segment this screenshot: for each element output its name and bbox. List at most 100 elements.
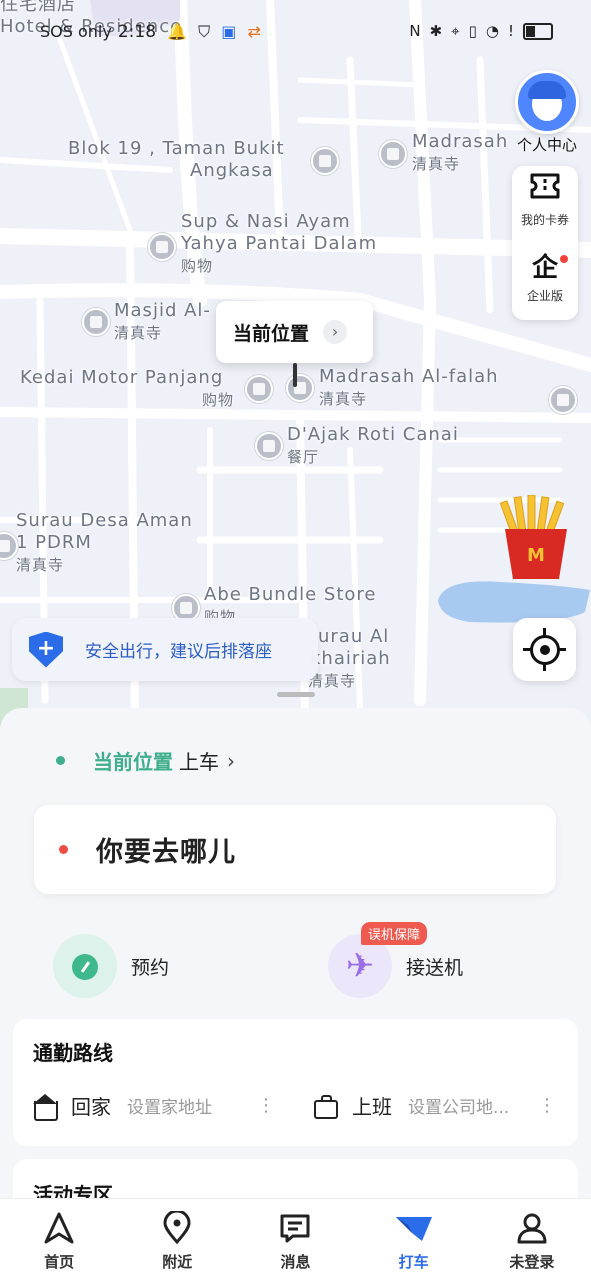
- fries-ad-icon[interactable]: M: [497, 495, 575, 581]
- enterprise-button[interactable]: 企 企业版: [512, 243, 578, 320]
- work-label: 上班: [352, 1095, 392, 1119]
- poi-name: Masjid Al-: [114, 300, 211, 321]
- work-hint: 设置公司地...: [408, 1098, 510, 1118]
- poi-name2: Angkasa: [190, 160, 274, 181]
- tab-profile[interactable]: 未登录: [473, 1199, 591, 1281]
- message-icon: [236, 1211, 354, 1245]
- vibrate-icon: ▯: [468, 22, 477, 40]
- safety-tip-text: 安全出行，建议后排落座: [85, 642, 272, 662]
- pickup-location: 当前位置: [93, 750, 173, 774]
- avatar[interactable]: [515, 70, 579, 134]
- taxi-icon: [355, 1211, 473, 1245]
- destination-dot: [59, 845, 68, 854]
- restaurant-pin-icon[interactable]: [255, 432, 283, 460]
- home-route[interactable]: 回家 设置家地址 ⋮: [33, 1091, 275, 1121]
- tab-label: 未登录: [509, 1253, 555, 1271]
- location-pin-stem: [293, 363, 297, 387]
- nfc-icon: N: [409, 22, 421, 40]
- current-location-label: 当前位置: [233, 322, 310, 345]
- poi-name2: khairiah: [310, 648, 391, 669]
- alert-icon: !: [507, 22, 514, 40]
- profile-center-label: 个人中心: [516, 136, 577, 154]
- battery-icon: [523, 22, 553, 40]
- destination-placeholder: 你要去哪儿: [96, 837, 236, 868]
- status-bar: SOS only 2:18 🔔 ⛉ ▣ ⇄ N ✱ ⌖ ▯ ◔ !: [0, 0, 591, 66]
- reservation-label: 预约: [131, 956, 170, 979]
- work-route[interactable]: 上班 设置公司地... ⋮: [314, 1091, 556, 1120]
- safety-tip-banner[interactable]: + 安全出行，建议后排落座: [12, 618, 318, 681]
- poi-name: urau Al: [318, 626, 390, 647]
- more-options-icon[interactable]: ⋮: [538, 1095, 556, 1116]
- sos-text: SOS only: [40, 22, 112, 41]
- poi-blok19[interactable]: Blok 19 , Taman Bukit Angkasa: [68, 138, 285, 182]
- poi-masjid[interactable]: Masjid Al- 清真寺: [114, 300, 211, 344]
- profile-center[interactable]: 个人中心: [512, 70, 582, 155]
- tab-nearby[interactable]: 附近: [118, 1199, 236, 1281]
- poi-sup-nasi[interactable]: Sup & Nasi Ayam Yahya Pantai Dalam 购物: [181, 211, 377, 277]
- poi-surau-desa[interactable]: Surau Desa Aman 1 PDRM 清真寺: [16, 510, 193, 576]
- poi-category: 购物: [181, 257, 214, 275]
- mosque-pin-icon[interactable]: [379, 140, 407, 168]
- coupon-icon: [512, 166, 578, 211]
- tab-home[interactable]: 首页: [0, 1199, 118, 1281]
- commute-card: 通勤路线 回家 设置家地址 ⋮ 上班 设置公司地... ⋮: [13, 1019, 578, 1146]
- app-status-icon: ▣: [221, 22, 237, 41]
- poi-category: 清真寺: [114, 324, 163, 342]
- pickup-suffix: 上车: [179, 750, 219, 774]
- locate-me-button[interactable]: [513, 618, 576, 681]
- tab-label: 消息: [280, 1253, 311, 1271]
- tab-taxi[interactable]: 打车: [355, 1199, 473, 1281]
- poi-dajak[interactable]: D'Ajak Roti Canai 餐厅: [287, 424, 459, 468]
- tab-messages[interactable]: 消息: [236, 1199, 354, 1281]
- crosshair-dot: [540, 645, 550, 655]
- briefcase-icon: [314, 1094, 338, 1119]
- clock-icon: [53, 934, 117, 998]
- poi-name: D'Ajak Roti Canai: [287, 424, 459, 445]
- poi-madrasah-alfalah[interactable]: Madrasah Al-falah 清真寺: [319, 366, 499, 410]
- clock: 2:18: [117, 22, 157, 42]
- poi-category: 购物: [202, 391, 235, 409]
- shield-icon: +: [29, 631, 63, 668]
- poi-name: Madrasah: [412, 131, 509, 152]
- commute-title: 通勤路线: [33, 1041, 113, 1065]
- poi-name2: Yahya Pantai Dalam: [181, 233, 378, 254]
- airport-transfer-label: 接送机: [406, 956, 464, 979]
- shop-pin-icon[interactable]: [148, 233, 176, 261]
- pickup-row[interactable]: 当前位置 上车 ›: [56, 746, 235, 775]
- ride-sheet: 当前位置 上车 › 你要去哪儿 预约 误机保障 ✈ 接送机 通勤路线 回家 设置…: [0, 692, 591, 1219]
- tab-label: 打车: [398, 1253, 429, 1271]
- location-icon: ⌖: [451, 22, 460, 40]
- svg-text:M: M: [527, 545, 545, 566]
- poi-category: 清真寺: [16, 556, 65, 574]
- tab-label: 附近: [162, 1253, 193, 1271]
- bluetooth-icon: ✱: [429, 22, 443, 40]
- coupons-label: 我的卡券: [520, 213, 569, 227]
- poi-kedai-motor[interactable]: Kedai Motor Panjang 购物: [20, 367, 234, 411]
- destination-input[interactable]: 你要去哪儿: [34, 805, 556, 894]
- swap-status-icon: ⇄: [247, 22, 261, 41]
- current-location-bubble[interactable]: 当前位置 ›: [216, 301, 373, 363]
- mosque-pin-icon[interactable]: [82, 308, 110, 336]
- poi-pin-icon[interactable]: [311, 147, 339, 175]
- poi-name: Kedai Motor Panjang: [20, 367, 224, 388]
- mosque-pin-icon[interactable]: [549, 386, 577, 414]
- enterprise-label: 企业版: [526, 289, 563, 303]
- poi-madrasah[interactable]: Madrasah 清真寺: [412, 131, 508, 175]
- coupons-button[interactable]: 我的卡券: [512, 166, 578, 243]
- notification-dot: [560, 255, 568, 263]
- pickup-dot: [56, 756, 65, 765]
- more-options-icon[interactable]: ⋮: [257, 1095, 275, 1116]
- home-nav-icon: [0, 1211, 118, 1245]
- shop-pin-icon[interactable]: [245, 375, 273, 403]
- sheet-drag-handle[interactable]: [277, 692, 315, 697]
- bell-icon: 🔔: [167, 22, 188, 41]
- chevron-right-icon: ›: [323, 320, 348, 344]
- reservation-button[interactable]: 预约: [53, 934, 169, 998]
- poi-surau-al-khairiah[interactable]: urau Al khairiah 清真寺: [308, 626, 391, 692]
- wifi-icon: ◔: [485, 22, 499, 40]
- home-icon: [33, 1093, 58, 1121]
- map-view[interactable]: 住宅酒店 Hotel & Residence Blok 19 , Taman B…: [0, 0, 591, 730]
- poi-name2: 1 PDRM: [16, 532, 92, 553]
- mosque-pin-icon[interactable]: [286, 374, 314, 402]
- poi-name: Abe Bundle Store: [204, 584, 377, 605]
